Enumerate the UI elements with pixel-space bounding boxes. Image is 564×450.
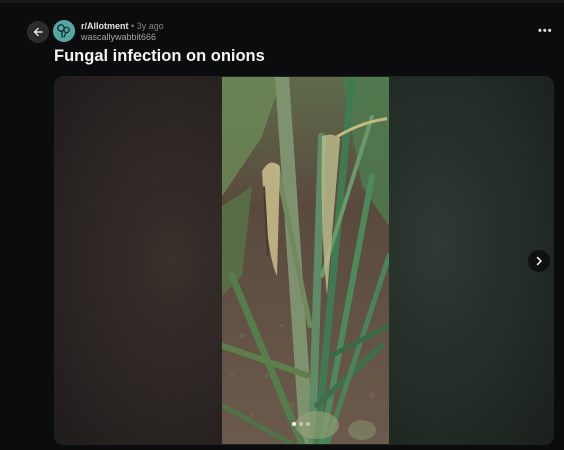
post-meta: r/Allotment • 3y ago wascallywabbit666 bbox=[81, 21, 164, 43]
next-image-button[interactable] bbox=[528, 250, 550, 272]
post-page: r/Allotment • 3y ago wascallywabbit666 •… bbox=[0, 0, 564, 450]
arrow-left-icon bbox=[33, 27, 43, 37]
image-gallery[interactable] bbox=[54, 76, 554, 445]
meta-separator: • bbox=[131, 21, 135, 31]
top-bar-edge bbox=[0, 0, 564, 3]
pagination-dot[interactable] bbox=[306, 422, 310, 426]
post-timestamp: 3y ago bbox=[136, 21, 164, 31]
post-title: Fungal infection on onions bbox=[54, 47, 265, 65]
gallery-blur-left bbox=[55, 77, 223, 444]
subreddit-avatar[interactable] bbox=[53, 20, 75, 42]
pagination-dot[interactable] bbox=[299, 422, 303, 426]
chevron-right-icon bbox=[536, 256, 542, 266]
post-meta-top: r/Allotment • 3y ago bbox=[81, 21, 164, 32]
author-link[interactable]: wascallywabbit666 bbox=[81, 32, 164, 43]
more-horizontal-icon: ••• bbox=[538, 25, 553, 37]
back-button[interactable] bbox=[27, 21, 49, 43]
onion-plants-photo bbox=[222, 77, 389, 444]
subreddit-link[interactable]: r/Allotment bbox=[81, 21, 129, 31]
more-options-button[interactable]: ••• bbox=[538, 25, 558, 37]
pagination-dot[interactable] bbox=[292, 422, 296, 426]
subreddit-avatar-icon bbox=[53, 20, 75, 42]
gallery-pagination bbox=[292, 422, 310, 426]
